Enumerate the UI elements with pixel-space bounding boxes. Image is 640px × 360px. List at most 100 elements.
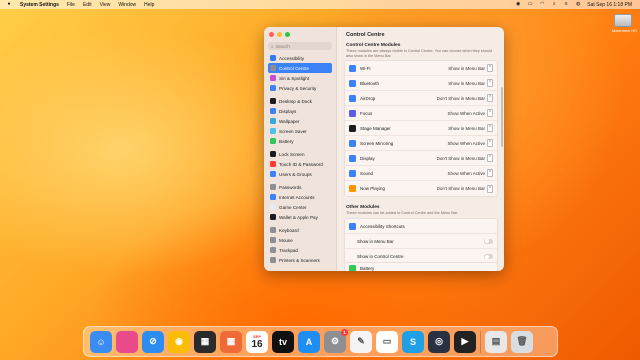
sidebar-item-label: Trackpad: [279, 247, 298, 253]
menu-help[interactable]: Help: [144, 2, 154, 8]
search-icon[interactable]: ⌕: [551, 2, 557, 7]
app-menu-name[interactable]: System Settings: [20, 2, 59, 8]
sidebar-item-internet-accounts[interactable]: Internet Accounts: [268, 192, 332, 202]
siri-icon[interactable]: ◍: [575, 2, 581, 7]
menu-window[interactable]: Window: [118, 2, 136, 8]
dock-safari-icon[interactable]: ⊘: [142, 330, 164, 353]
sidebar-item-lock-screen[interactable]: Lock Screen: [268, 149, 332, 159]
dock-quicktime-icon[interactable]: ◎: [428, 330, 450, 353]
apple-icon[interactable]: ●: [6, 2, 12, 7]
dock-mission-control-icon[interactable]: ▦: [194, 330, 216, 353]
privacy-security-icon: [270, 85, 276, 91]
module-label: Screen Mirroring: [360, 140, 394, 146]
battery-icon: [270, 138, 276, 144]
menu-bar-clock[interactable]: Sat Sep 16 1:18 PM: [587, 2, 632, 8]
chevron-up-down-icon: ⇕: [487, 109, 493, 117]
search-input[interactable]: ⌕ Search: [268, 42, 332, 50]
window-controls: [269, 32, 290, 37]
sidebar-item-control-centre[interactable]: Control Centre: [268, 63, 332, 73]
module-row-stage-manager: Stage Manager Show in Menu Bar ⇕: [345, 121, 497, 136]
dock-launchpad-icon[interactable]: [116, 330, 138, 353]
notification-badge: 1: [341, 328, 348, 336]
close-button[interactable]: [269, 32, 274, 37]
dock-app-grid-icon[interactable]: ▦: [220, 330, 242, 353]
module-label: Focus: [360, 110, 373, 116]
dock-chrome-icon[interactable]: ◉: [168, 330, 190, 353]
dock-app-store-icon[interactable]: A: [298, 330, 320, 353]
dock-system-settings-icon[interactable]: ⚙ 1: [324, 328, 348, 353]
menu-view[interactable]: View: [100, 2, 111, 8]
sidebar-item-game-center[interactable]: Game Center: [268, 202, 332, 212]
sidebar-item-label: Mouse: [279, 237, 293, 243]
module-visibility-value: Don't Show in Menu Bar: [436, 95, 485, 101]
module-visibility-select[interactable]: Show When Active ⇕: [447, 109, 493, 117]
sidebar-item-screen-saver[interactable]: Screen Saver: [268, 126, 332, 136]
sidebar-nav: Accessibility Control Centre Siri & Spotli…: [268, 53, 332, 265]
dock-trash-icon[interactable]: 🗑: [511, 330, 533, 353]
sidebar-item-label: Printers & Scanners: [279, 257, 320, 263]
game-center-icon: [270, 204, 276, 210]
desktop-disk[interactable]: Macintosh HD: [612, 14, 638, 33]
module-visibility-select[interactable]: Show in Menu Bar ⇕: [448, 64, 493, 72]
module-label: AirDrop: [360, 95, 376, 101]
control-centre-pane: Control Centre Control Centre Modules Th…: [336, 27, 504, 271]
mouse-icon: [270, 237, 276, 243]
minimize-button[interactable]: [277, 32, 282, 37]
sidebar-item-users-groups[interactable]: Users & Groups: [268, 169, 332, 179]
menu-edit[interactable]: Edit: [83, 2, 92, 8]
screen-record-icon[interactable]: ◉: [515, 2, 521, 7]
search-icon: ⌕: [271, 43, 274, 49]
module-label: Now Playing: [360, 186, 386, 191]
module-visibility-select[interactable]: Don't Show in Menu Bar ⇕: [437, 154, 493, 162]
module-visibility-select[interactable]: Show in Menu Bar ⇕: [448, 79, 493, 87]
dock-textedit-icon[interactable]: ✎: [350, 330, 372, 353]
module-visibility-select[interactable]: Show in Menu Bar ⇕: [448, 124, 493, 132]
scrollbar[interactable]: [501, 87, 503, 147]
sidebar-item-passwords[interactable]: Passwords: [268, 182, 332, 192]
sidebar-item-label: Wallet & Apple Pay: [279, 214, 318, 220]
dock-archive-icon[interactable]: ▤: [485, 330, 507, 353]
desktop-disk-label: Macintosh HD: [612, 28, 638, 33]
battery-icon: [349, 264, 356, 271]
sidebar-item-battery[interactable]: Battery: [268, 136, 332, 146]
users-groups-icon: [270, 171, 276, 177]
show-in-control-centre-toggle[interactable]: [484, 254, 493, 259]
dock-finder-icon[interactable]: ☺: [90, 330, 112, 353]
modules-section-desc: These modules are always visible in Cont…: [346, 49, 493, 58]
sidebar-item-label: Displays: [279, 108, 297, 114]
dock-final-cut-pro-icon[interactable]: ▶: [454, 330, 476, 353]
show-in-menu-bar-toggle[interactable]: [484, 238, 493, 244]
sidebar-item-privacy-security[interactable]: Privacy & Security: [268, 83, 332, 93]
control-centre-icon[interactable]: ≡: [563, 2, 569, 7]
sidebar-item-wallet-apple-pay[interactable]: Wallet & Apple Pay: [268, 212, 332, 222]
dock-preview-icon[interactable]: ▭: [376, 330, 398, 353]
sidebar-item-printers-scanners[interactable]: Printers & Scanners: [268, 255, 332, 265]
show-in-menu-bar-row: Show in Menu Bar: [345, 234, 497, 249]
sidebar-item-touch-id-password[interactable]: Touch ID & Password: [268, 159, 332, 169]
sidebar-item-accessibility[interactable]: Accessibility: [268, 53, 332, 63]
menu-file[interactable]: File: [67, 2, 75, 8]
sidebar-item-wallpaper[interactable]: Wallpaper: [268, 116, 332, 126]
dock-calendar-icon[interactable]: SEP 16: [246, 330, 268, 353]
module-visibility-select[interactable]: Don't Show in Menu Bar ⇕: [437, 94, 493, 102]
dock-apple-tv-icon[interactable]: tv: [272, 330, 294, 353]
battery-icon[interactable]: ▭: [527, 2, 533, 7]
sidebar-item-desktop-dock[interactable]: Desktop & Dock: [268, 96, 332, 106]
sidebar-item-displays[interactable]: Displays: [268, 106, 332, 116]
sidebar-item-label: Touch ID & Password: [279, 161, 323, 167]
module-row-wi-fi: Wi-Fi Show in Menu Bar ⇕: [345, 61, 497, 76]
sidebar-item-siri-spotlight[interactable]: Siri & Spotlight: [268, 73, 332, 83]
show-in-control-centre-label: Show in Control Centre: [357, 254, 404, 259]
dock-skype-icon[interactable]: S: [402, 330, 424, 353]
sidebar-item-trackpad[interactable]: Trackpad: [268, 245, 332, 255]
sidebar-item-label: Wallpaper: [279, 118, 300, 124]
module-visibility-select[interactable]: Show When Active ⇕: [447, 139, 493, 147]
module-visibility-select[interactable]: Don't Show in Menu Bar ⇕: [437, 184, 493, 193]
module-label: Wi-Fi: [360, 65, 371, 71]
wifi-icon[interactable]: ◠: [539, 2, 545, 7]
sidebar-item-mouse[interactable]: Mouse: [268, 235, 332, 245]
zoom-button[interactable]: [285, 32, 290, 37]
module-visibility-select[interactable]: Show When Active ⇕: [447, 169, 493, 177]
sidebar-item-keyboard[interactable]: Keyboard: [268, 225, 332, 235]
chevron-up-down-icon: ⇕: [487, 64, 493, 72]
